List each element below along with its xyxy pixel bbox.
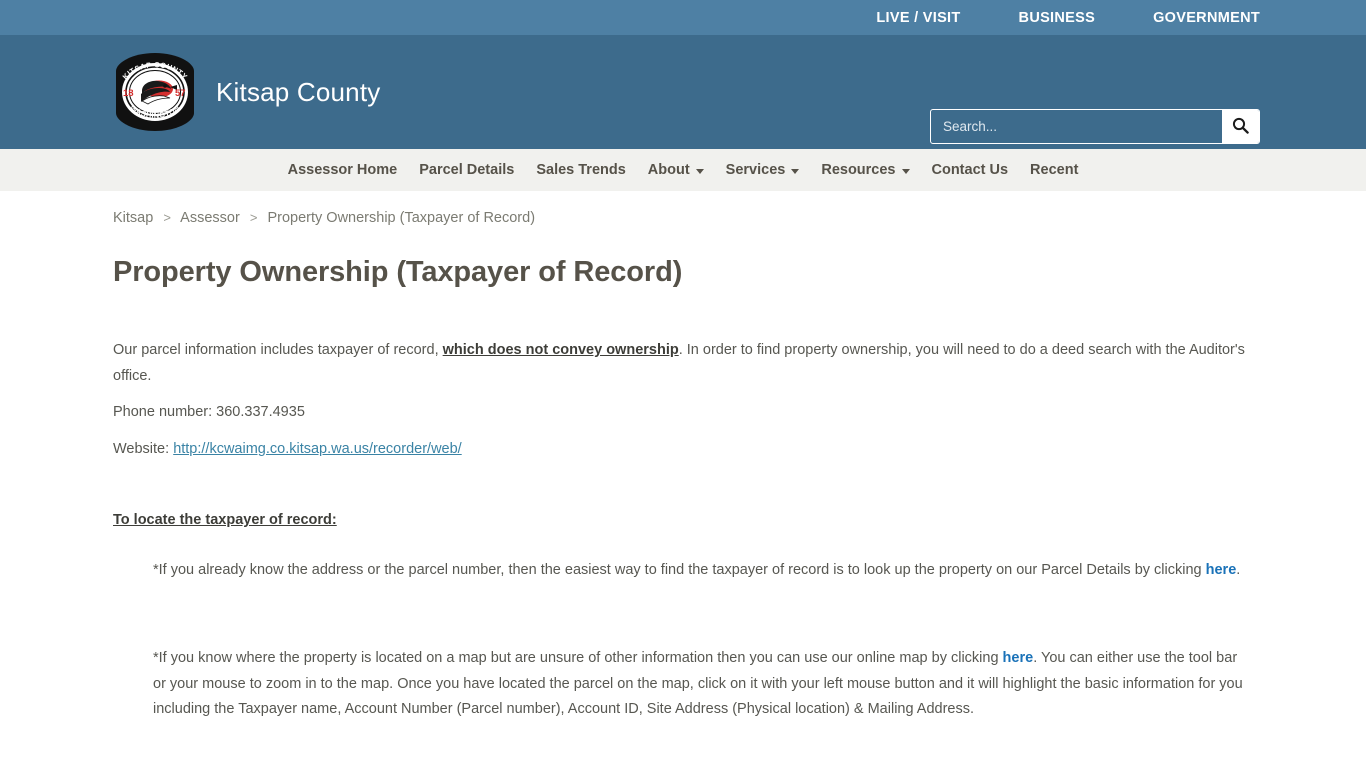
- paragraph-phone: Phone number: 360.337.4935: [113, 404, 305, 421]
- page-content: Kitsap > Assessor > Property Ownership (…: [113, 191, 1253, 723]
- nav-label-assessor-home: Assessor Home: [287, 162, 398, 178]
- nav-label-services: Services: [725, 162, 786, 178]
- breadcrumb-separator: >: [163, 210, 171, 225]
- locate-heading-text: To locate the taxpayer of record:: [113, 512, 337, 529]
- site-masthead: KITSAP COUNTY WASHINGTON 18 57 Kitsap Co…: [0, 35, 1366, 149]
- nav-parcel-details[interactable]: Parcel Details: [408, 162, 525, 178]
- search-icon: [1232, 117, 1249, 137]
- nav-resources[interactable]: Resources: [810, 162, 920, 178]
- breadcrumb: Kitsap > Assessor > Property Ownership (…: [113, 191, 1253, 228]
- nav-recent[interactable]: Recent: [1019, 162, 1089, 178]
- paragraph-website: Website: http://kcwaimg.co.kitsap.wa.us/…: [113, 437, 1253, 463]
- chevron-down-icon: [901, 168, 910, 174]
- site-title: Kitsap County: [216, 76, 381, 107]
- paragraph-bullet-1: *If you already know the address or the …: [153, 558, 1253, 584]
- topbar-link-government[interactable]: GOVERNMENT: [1153, 10, 1260, 26]
- site-logo-link[interactable]: KITSAP COUNTY WASHINGTON 18 57 Kitsap Co…: [112, 35, 380, 149]
- nav-label-sales-trends: Sales Trends: [536, 162, 626, 178]
- chevron-down-icon: [695, 168, 704, 174]
- search-input[interactable]: [931, 110, 1222, 143]
- search-submit-button[interactable]: [1222, 110, 1259, 143]
- paragraph-locate-heading: To locate the taxpayer of record:: [113, 508, 1253, 534]
- bullet1-text-part1: *If you already know the address or the …: [153, 561, 1206, 578]
- breadcrumb-separator: >: [249, 210, 258, 225]
- site-search[interactable]: [930, 109, 1260, 144]
- top-utility-bar: LIVE / VISIT BUSINESS GOVERNMENT: [0, 0, 1366, 35]
- kitsap-county-seal-icon: KITSAP COUNTY WASHINGTON 18 57: [112, 51, 198, 133]
- chevron-down-icon: [791, 168, 800, 174]
- parcel-details-here-link[interactable]: here: [1206, 562, 1237, 578]
- paragraph-bullet-2: *If you know where the property is locat…: [153, 646, 1253, 723]
- nav-sales-trends[interactable]: Sales Trends: [525, 162, 636, 178]
- breadcrumb-item-kitsap[interactable]: Kitsap: [113, 210, 153, 226]
- topbar-link-business[interactable]: BUSINESS: [1019, 10, 1096, 26]
- intro-emphasis: which does not convey ownership: [442, 342, 679, 359]
- recorder-website-link[interactable]: http://kcwaimg.co.kitsap.wa.us/recorder/…: [173, 441, 462, 457]
- breadcrumb-item-assessor[interactable]: Assessor: [180, 210, 240, 226]
- nav-label-parcel-details: Parcel Details: [419, 162, 515, 178]
- paragraph-intro: Our parcel information includes taxpayer…: [113, 338, 1253, 389]
- breadcrumb-item-current: Property Ownership (Taxpayer of Record): [267, 210, 536, 226]
- bullet2-text-part1: *If you know where the property is locat…: [153, 650, 1003, 667]
- intro-text-part1: Our parcel information includes taxpayer…: [113, 342, 443, 359]
- nav-label-about: About: [647, 162, 690, 178]
- nav-about[interactable]: About: [637, 162, 715, 178]
- nav-assessor-home[interactable]: Assessor Home: [277, 162, 409, 178]
- online-map-here-link[interactable]: here: [1003, 650, 1034, 666]
- nav-label-contact-us: Contact Us: [931, 162, 1009, 178]
- svg-text:57: 57: [175, 88, 186, 99]
- website-label: Website:: [113, 440, 174, 457]
- nav-label-resources: Resources: [821, 162, 896, 178]
- nav-label-recent: Recent: [1030, 162, 1079, 178]
- svg-text:18: 18: [123, 88, 134, 99]
- section-navigation: Assessor Home Parcel Details Sales Trend…: [0, 149, 1366, 191]
- nav-contact-us[interactable]: Contact Us: [921, 162, 1020, 178]
- bullet1-text-part2: .: [1236, 561, 1241, 578]
- page-title: Property Ownership (Taxpayer of Record): [113, 255, 683, 288]
- topbar-link-live-visit[interactable]: LIVE / VISIT: [876, 10, 960, 26]
- nav-services[interactable]: Services: [715, 162, 811, 178]
- article-body: Our parcel information includes taxpayer…: [113, 338, 1253, 723]
